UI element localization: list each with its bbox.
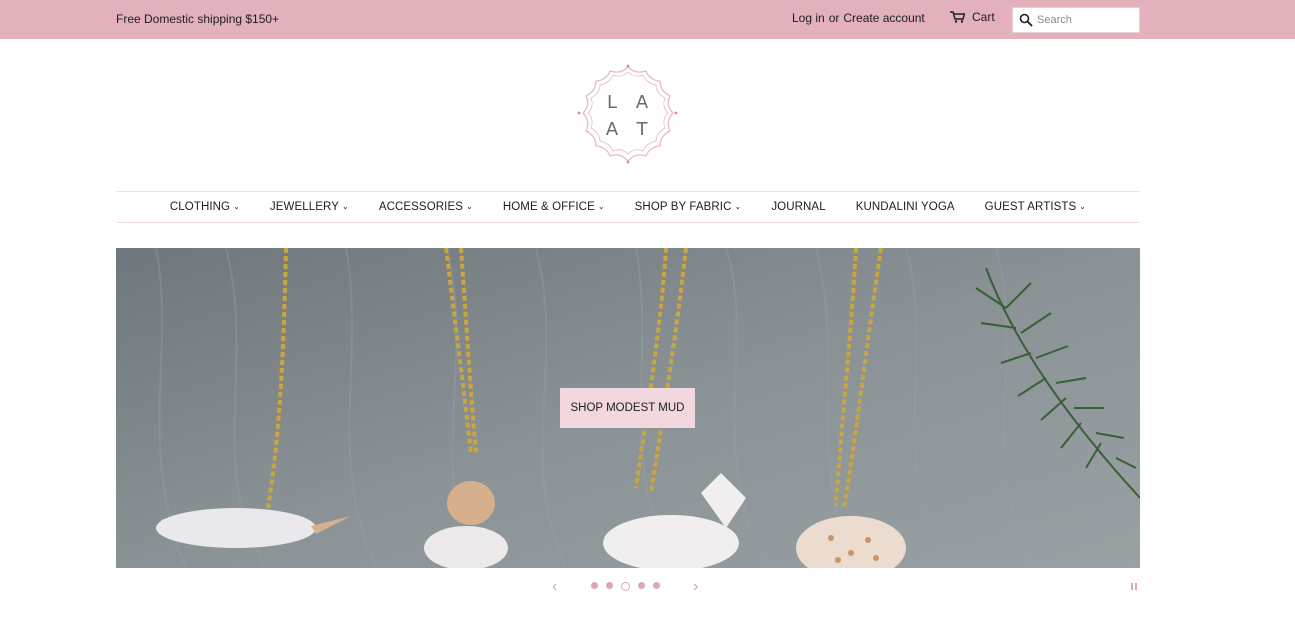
account-links: Log in or Create account — [792, 11, 925, 25]
create-account-link[interactable]: Create account — [843, 11, 924, 25]
chevron-down-icon: ⌄ — [734, 202, 742, 211]
login-link[interactable]: Log in — [792, 11, 825, 25]
slide-dot[interactable] — [591, 582, 598, 589]
site-logo[interactable]: L A A T — [576, 63, 680, 167]
slide-dot[interactable] — [606, 582, 613, 589]
slide-dots — [591, 582, 660, 591]
logo-letters: L A A T — [606, 92, 649, 140]
slide-dot-active[interactable] — [621, 582, 630, 591]
announcement-bar: Free Domestic shipping $150+ Log in or Cre… — [0, 0, 1295, 39]
nav-item-kundalini-yoga[interactable]: KUNDALINI YOGA — [841, 201, 970, 213]
or-separator: or — [828, 11, 840, 25]
cart-icon — [950, 11, 965, 23]
slideshow-controls: ‹ › — [0, 578, 1295, 598]
hero-slide[interactable]: SHOP MODEST MUD — [116, 248, 1140, 568]
search-input[interactable] — [1037, 14, 1133, 26]
nav-item-journal[interactable]: JOURNAL — [756, 201, 840, 213]
nav-item-jewellery[interactable]: JEWELLERY ⌄ — [255, 201, 364, 213]
slide-dot[interactable] — [638, 582, 645, 589]
nav-item-shop-by-fabric[interactable]: SHOP BY FABRIC ⌄ — [620, 201, 757, 213]
shop-modest-mud-button[interactable]: SHOP MODEST MUD — [560, 388, 695, 428]
chevron-down-icon: ⌄ — [597, 202, 605, 211]
nav-item-home-office[interactable]: HOME & OFFICE ⌄ — [488, 201, 620, 213]
chevron-down-icon: ⌄ — [1079, 202, 1087, 211]
chevron-down-icon: ⌄ — [233, 202, 240, 211]
previous-slide-arrow-icon[interactable]: ‹ — [552, 578, 557, 596]
logo-letter: A — [636, 92, 649, 113]
search-icon[interactable] — [1019, 13, 1033, 27]
logo-letter: L — [607, 92, 617, 113]
search-box[interactable] — [1012, 7, 1140, 33]
cart-label: Cart — [972, 10, 995, 24]
nav-item-accessories[interactable]: ACCESSORIES ⌄ — [364, 201, 488, 213]
chevron-down-icon: ⌄ — [342, 202, 349, 211]
logo-letter: A — [606, 119, 619, 140]
slide-dot[interactable] — [653, 582, 660, 589]
nav-item-guest-artists[interactable]: GUEST ARTISTS ⌄ — [970, 201, 1101, 213]
next-slide-arrow-icon[interactable]: › — [693, 578, 698, 596]
shipping-announcement: Free Domestic shipping $150+ — [116, 12, 280, 26]
pause-icon[interactable] — [1131, 583, 1137, 590]
logo-letter: T — [636, 119, 649, 140]
chevron-down-icon: ⌄ — [466, 202, 473, 211]
main-navigation: CLOTHING ⌄ JEWELLERY ⌄ ACCESSORIES ⌄ HOME &… — [116, 191, 1140, 223]
cart-link[interactable]: Cart — [950, 10, 995, 24]
nav-item-clothing[interactable]: CLOTHING ⌄ — [155, 201, 255, 213]
